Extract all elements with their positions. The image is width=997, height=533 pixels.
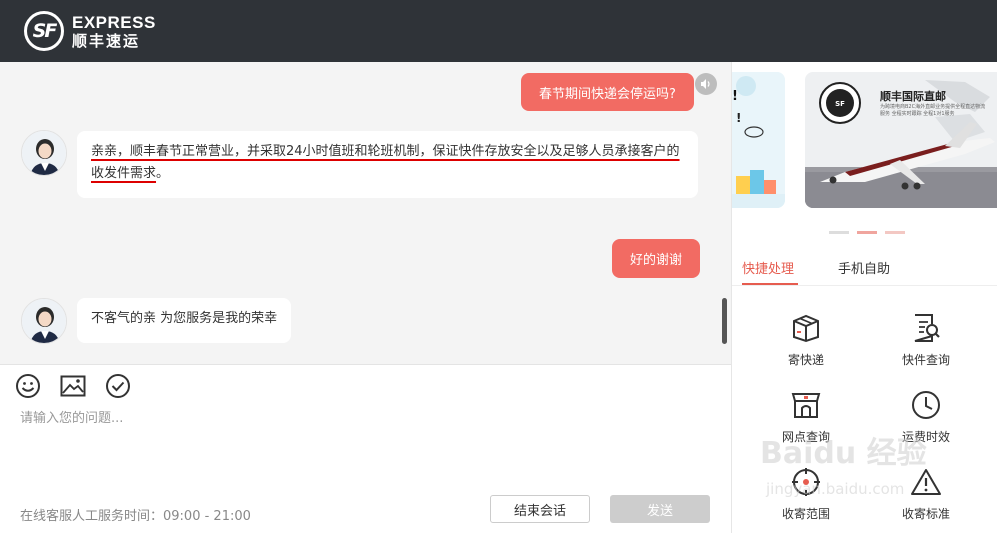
banner-title: 顺丰国际直邮 — [880, 90, 946, 103]
agent-avatar — [21, 298, 67, 344]
end-session-button[interactable]: 结束会话 — [490, 495, 590, 523]
emoji-icon[interactable] — [14, 372, 42, 400]
clock-icon — [909, 388, 943, 422]
tab-mobile-self-service[interactable]: 手机自助 — [838, 258, 890, 277]
chat-scrollbar[interactable] — [722, 298, 727, 344]
sf-express-logo: SF EXPRESS 顺丰速运 — [24, 10, 156, 52]
app-header: SF EXPRESS 顺丰速运 — [0, 0, 997, 62]
chat-message-area[interactable]: 春节期间快递会停运吗? 亲亲，顺丰春节正常营业，并采取24小时值班和轮班机制，保… — [0, 62, 731, 364]
service-hours-text: 在线客服人工服务时间：09:00 - 21:00 — [20, 509, 251, 524]
quick-action-find-outlet[interactable]: 网点查询 — [761, 388, 851, 445]
promo-banner-partial[interactable]: ! ! — [732, 72, 785, 208]
right-side-panel: ! ! SF 顺丰国际直邮 为跨境电商B2C海外直邮业务提供全程直达物流服务 全… — [731, 62, 997, 533]
quick-action-track-package[interactable]: 快件查询 — [881, 311, 971, 368]
quick-action-shipping-standards[interactable]: 收寄标准 — [881, 465, 971, 522]
sf-logo-icon: SF — [24, 11, 64, 51]
carousel-dot[interactable] — [885, 231, 905, 234]
active-tab-indicator — [742, 283, 798, 285]
document-search-icon — [909, 311, 943, 345]
store-icon — [789, 388, 823, 422]
logo-chinese-text: 顺丰速运 — [72, 31, 141, 50]
message-text: 好的谢谢 — [630, 253, 683, 268]
quick-action-label: 收寄范围 — [781, 507, 830, 521]
target-icon — [789, 465, 823, 499]
quick-action-shipping-rates[interactable]: 运费时效 — [881, 388, 971, 445]
banner-subtitle: 为跨境电商B2C海外直邮业务提供全程直达物流服务 全程实时跟踪 全程1对1服务 — [880, 104, 986, 117]
agent-message-bubble: 亲亲，顺丰春节正常营业，并采取24小时值班和轮班机制，保证快件存放安全以及足够人… — [77, 131, 698, 198]
message-text: 亲亲，顺丰春节正常营业，并采取24小时值班和轮班机制，保证快件存放安全以及足够人… — [91, 144, 680, 159]
agent-avatar — [21, 130, 67, 176]
carousel-dot-active[interactable] — [857, 231, 877, 234]
svg-text:!: ! — [736, 111, 741, 125]
quick-action-service-area[interactable]: 收寄范围 — [761, 465, 851, 522]
logo-mark: SF — [32, 20, 58, 42]
quick-action-label: 运费时效 — [901, 430, 950, 444]
quick-action-label: 快件查询 — [901, 353, 950, 367]
quick-action-label: 网点查询 — [781, 430, 830, 444]
tab-quick-actions[interactable]: 快捷处理 — [742, 258, 794, 277]
quick-action-send-package[interactable]: 寄快递 — [761, 311, 851, 368]
box-icon — [789, 311, 823, 345]
carousel-dot[interactable] — [829, 231, 849, 234]
message-text-continued: 收发件需求 — [91, 166, 157, 181]
tab-divider — [732, 285, 997, 286]
speaker-icon[interactable] — [695, 73, 717, 95]
logo-english-text: EXPRESS — [72, 12, 156, 32]
check-circle-icon[interactable] — [104, 372, 132, 400]
international-mail-banner[interactable]: SF 顺丰国际直邮 为跨境电商B2C海外直邮业务提供全程直达物流服务 全程实时跟… — [805, 72, 997, 208]
message-text: 春节期间快递会停运吗? — [539, 86, 676, 102]
quick-action-label: 收寄标准 — [901, 507, 950, 521]
svg-text:!: ! — [732, 89, 738, 104]
warning-icon — [909, 465, 943, 499]
message-text: 不客气的亲 为您服务是我的荣幸 — [91, 311, 278, 326]
user-message-bubble: 春节期间快递会停运吗? — [521, 73, 694, 111]
agent-message-bubble: 不客气的亲 为您服务是我的荣幸 — [77, 298, 292, 343]
send-button[interactable]: 发送 — [610, 495, 710, 523]
message-input[interactable]: 请输入您的问题... — [20, 407, 123, 426]
svg-text:SF: SF — [835, 100, 845, 108]
message-text-tail: 。 — [156, 166, 170, 181]
message-input-area: 请输入您的问题... 在线客服人工服务时间：09:00 - 21:00 结束会话… — [0, 364, 731, 533]
image-upload-icon[interactable] — [59, 372, 87, 400]
user-message-bubble: 好的谢谢 — [612, 239, 701, 278]
quick-action-label: 寄快递 — [787, 353, 824, 367]
